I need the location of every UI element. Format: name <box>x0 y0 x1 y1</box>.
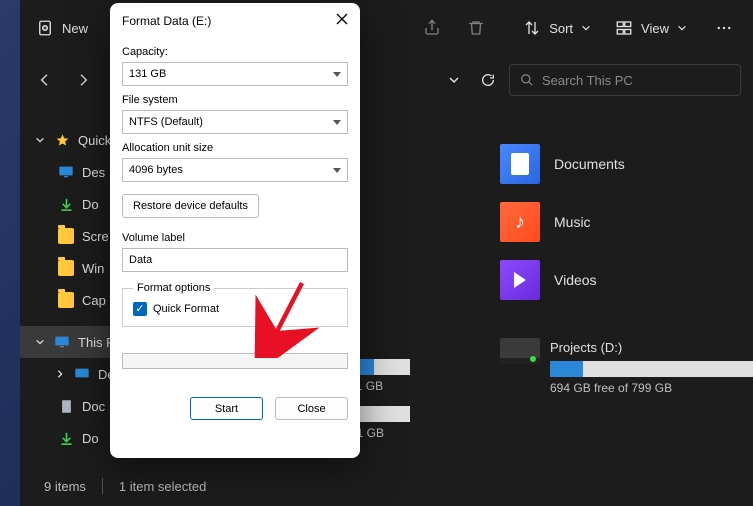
quick-format-checkbox[interactable]: ✓ Quick Format <box>133 302 337 316</box>
sidebar-label: Quick <box>78 133 111 148</box>
drive-tile-d[interactable]: Projects (D:) 694 GB free of 799 GB <box>550 340 753 395</box>
sidebar-item-label: Scre <box>82 229 109 244</box>
desktop-icon <box>74 366 90 382</box>
folder-icon <box>58 228 74 244</box>
folder-tile-label: Music <box>554 214 591 230</box>
star-icon <box>54 132 70 148</box>
search-placeholder: Search This PC <box>542 73 633 88</box>
drive-tile-e[interactable]: 21 GB <box>350 406 610 440</box>
status-bar: 9 items 1 item selected <box>20 466 753 506</box>
address-chevron-down-icon[interactable] <box>441 67 467 93</box>
restore-defaults-button[interactable]: Restore device defaults <box>122 194 259 218</box>
dialog-title: Format Data (E:) <box>122 14 211 28</box>
drive-free-label: 694 GB free of 799 GB <box>550 381 753 395</box>
search-icon <box>520 73 534 87</box>
format-progress-bar <box>122 353 348 369</box>
sort-icon <box>523 19 541 37</box>
download-icon <box>58 430 74 446</box>
refresh-button[interactable] <box>475 67 501 93</box>
close-button[interactable]: Close <box>275 397 348 420</box>
dialog-titlebar: Format Data (E:) <box>110 3 360 34</box>
share-icon[interactable] <box>423 19 441 37</box>
allocation-unit-select[interactable]: 4096 bytes <box>122 158 348 182</box>
capacity-select[interactable]: 131 GB <box>122 62 348 86</box>
folder-icon <box>58 260 74 276</box>
view-button-label: View <box>641 21 669 36</box>
format-dialog: Format Data (E:) Capacity: 131 GB File s… <box>110 3 360 458</box>
folder-tile-music[interactable]: Music <box>470 198 625 246</box>
sidebar-item-label: Des <box>82 165 105 180</box>
document-icon <box>58 398 74 414</box>
sidebar-item-label: Win <box>82 261 104 276</box>
format-options-group: Format options ✓ Quick Format <box>122 282 348 327</box>
format-options-legend: Format options <box>133 282 214 294</box>
drive-size-label: 21 GB <box>350 426 610 440</box>
drive-title-label: Projects (D:) <box>550 340 753 355</box>
sidebar-item-label: Doc <box>82 399 105 414</box>
sidebar-item-label: Do <box>82 197 99 212</box>
chevron-down-icon <box>581 19 591 37</box>
new-button[interactable]: New <box>28 13 96 43</box>
folder-tile-videos[interactable]: Videos <box>470 256 625 304</box>
filesystem-label: File system <box>122 94 348 106</box>
sort-button-label: Sort <box>549 21 573 36</box>
delete-icon[interactable] <box>467 19 485 37</box>
start-button[interactable]: Start <box>190 397 263 420</box>
capacity-label: Capacity: <box>122 46 348 58</box>
volume-label-label: Volume label <box>122 232 348 244</box>
checkbox-label: Quick Format <box>153 303 219 315</box>
back-button[interactable] <box>32 67 58 93</box>
more-icon[interactable] <box>715 19 733 37</box>
select-value: 4096 bytes <box>129 164 183 176</box>
sort-button[interactable]: Sort <box>515 13 599 43</box>
view-button[interactable]: View <box>607 13 695 43</box>
close-icon[interactable] <box>336 13 348 28</box>
sidebar-item-label: Do <box>82 431 99 446</box>
monitor-icon <box>54 334 70 350</box>
sidebar-item-label: Cap <box>82 293 106 308</box>
new-icon <box>36 19 54 37</box>
folder-tile-documents[interactable]: Documents <box>470 140 625 188</box>
volume-label-input[interactable] <box>122 248 348 272</box>
checkbox-checked-icon: ✓ <box>133 302 147 316</box>
separator <box>102 478 103 494</box>
music-icon <box>500 202 540 242</box>
filesystem-select[interactable]: NTFS (Default) <box>122 110 348 134</box>
select-value: 131 GB <box>129 68 166 80</box>
allocation-unit-label: Allocation unit size <box>122 142 348 154</box>
folder-tile-label: Documents <box>554 156 625 172</box>
desktop-icon <box>58 164 74 180</box>
forward-button[interactable] <box>70 67 96 93</box>
download-icon <box>58 196 74 212</box>
new-button-label: New <box>62 21 88 36</box>
drive-usage-bar <box>550 361 753 377</box>
search-input[interactable]: Search This PC <box>509 64 741 96</box>
chevron-down-icon <box>34 134 46 146</box>
folder-icon <box>58 292 74 308</box>
videos-icon <box>500 260 540 300</box>
windows-taskbar-edge <box>0 0 20 506</box>
chevron-down-icon <box>677 19 687 37</box>
status-item-count: 9 items <box>44 479 86 494</box>
folder-tile-label: Videos <box>554 272 597 288</box>
chevron-down-icon <box>34 336 46 348</box>
drive-icon <box>500 338 540 364</box>
view-icon <box>615 19 633 37</box>
documents-icon <box>500 144 540 184</box>
chevron-right-icon <box>54 368 66 380</box>
status-selected-count: 1 item selected <box>119 479 206 494</box>
select-value: NTFS (Default) <box>129 116 203 128</box>
